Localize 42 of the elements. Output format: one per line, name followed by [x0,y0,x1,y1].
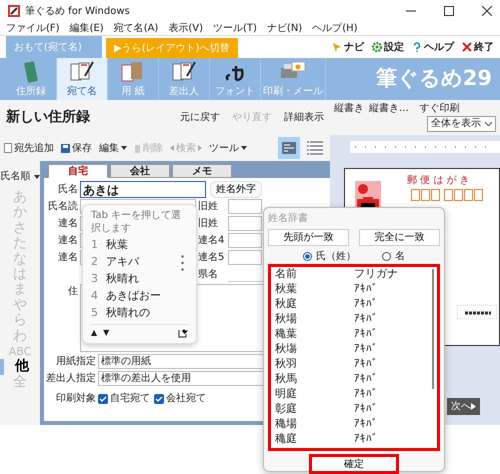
table-cell-text: 秋場 [274,311,298,328]
field-label: 連名 [57,250,79,265]
field-label: 連名4 [198,234,226,248]
field-label: 連名 [57,216,79,231]
field-label: 氏名読 [47,200,79,214]
table-cell-text: ｱｷﾊﾞ [353,311,379,328]
address-book-title: 新しい住所録 [6,109,90,126]
table-cell-text: 穐庭 [274,431,298,448]
table-cell-text: ｱｷﾊﾞ [353,281,379,298]
app-logo: 筆ぐるめ29 [376,65,493,92]
table-cell-text: 穐場 [274,416,298,432]
field-label: 県名 [198,268,219,282]
table-cell-text: ｱｷﾊﾞ [353,401,379,418]
field-label: 差出人指定 [45,372,97,386]
field-label: 旧姓 [198,200,219,214]
field-label: 住 [67,285,79,299]
table-cell-text: ｱｷﾊﾞ [353,326,379,342]
table-cell-text: 彰庭 [274,401,298,418]
table-cell-text: ｱｷﾊﾞ [353,431,379,448]
field-label: 旧姓 [198,216,219,231]
table-cell-text: ｱｷﾊﾞ [353,341,379,358]
field-label: 印刷対象 [55,392,97,406]
column-header: フリガナ [353,266,399,282]
table-cell-text: ｱｷﾊﾞ [353,356,379,372]
table-cell-text: 秋葉 [274,281,298,298]
postcard-label: 郵 便 は が き [407,174,470,188]
window-title: 筆ぐるめ for Windows [25,4,130,18]
table-cell-text: 穐葉 [274,326,298,342]
column-header: 名前 [274,266,298,282]
table-cell-text: ｱｷﾊﾞ [353,386,379,402]
table-cell-text: 秋馬 [274,371,298,388]
field-label: 連名 [57,234,79,248]
table-cell-text: ｱｷﾊﾞ [353,296,379,312]
table-cell-text: 明庭 [274,386,298,402]
hint-text: Tab キーを押して選択します [91,209,182,235]
field-label: 連名5 [198,250,226,265]
dialog-title: 姓名辞書 [268,212,309,226]
field-label: 用紙指定 [55,354,97,369]
field-label: 氏名 [57,182,79,197]
table-cell-text: ｱｷﾊﾞ [353,416,379,432]
table-cell-text: ｱｷﾊﾞ [353,371,379,388]
table-cell-text: 秋庭 [274,296,298,312]
